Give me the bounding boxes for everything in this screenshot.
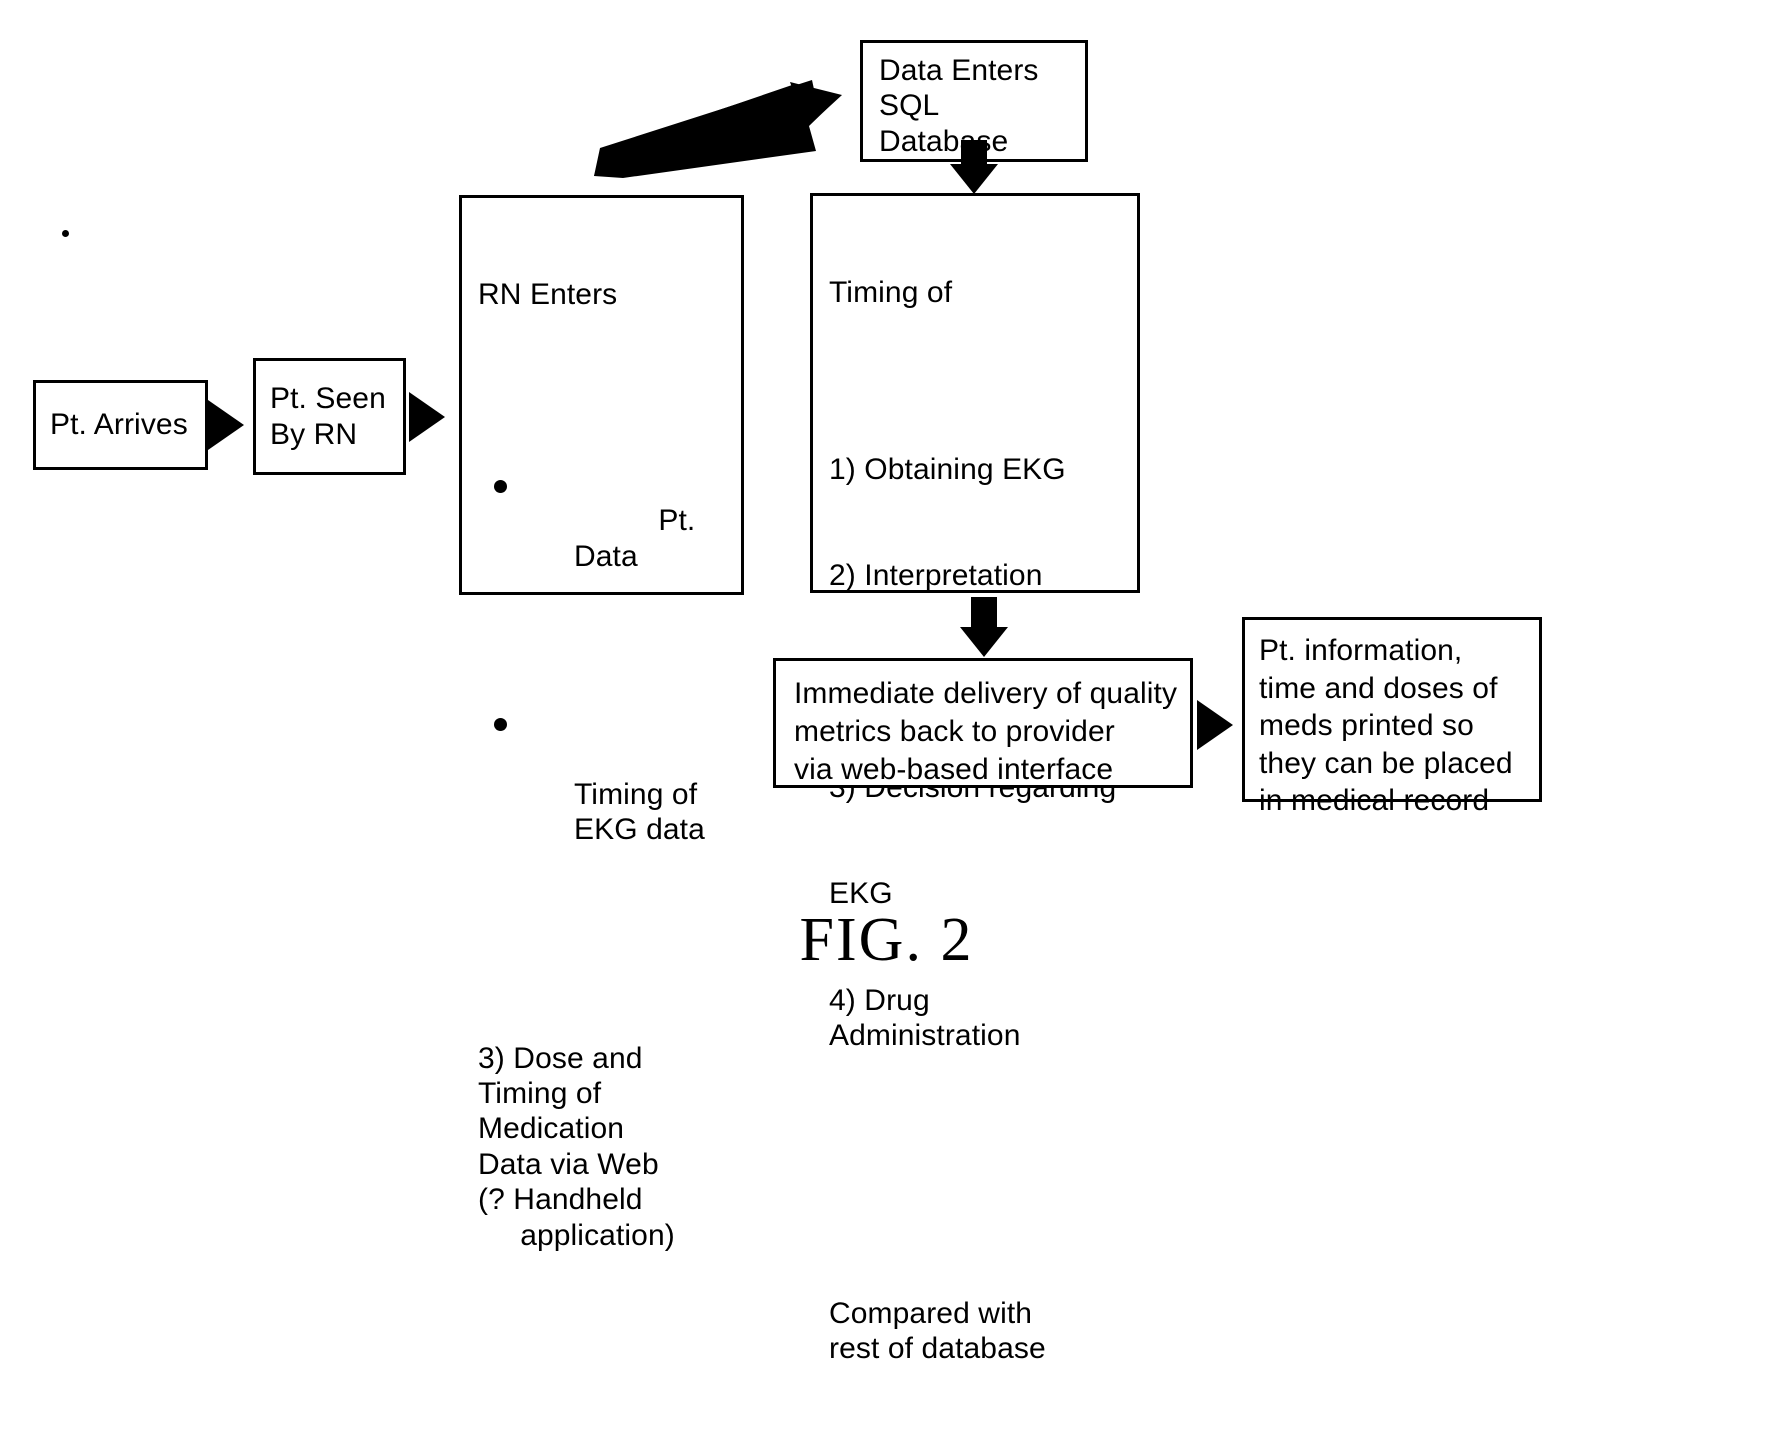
- node-rn-enters-bullet-1: Pt. Data: [574, 504, 704, 573]
- arrow-timing-to-metrics-icon: [960, 597, 1008, 657]
- arrow-shaft: [971, 597, 997, 627]
- list-item: Pt. Data: [478, 468, 731, 610]
- figure-caption: FIG. 2: [799, 906, 974, 974]
- node-rn-enters-tail: 3) Dose and Timing of Medication Data vi…: [478, 1041, 675, 1252]
- node-pt-seen-by-rn-label: Pt. Seen By RN: [270, 382, 386, 451]
- bullet-dot-icon: [494, 479, 507, 493]
- node-rn-enters-bullet-list: Pt. Data Timing of EKG data: [478, 387, 731, 970]
- list-item: 2) Interpretation: [829, 558, 1043, 592]
- node-printed-medical-record: Pt. information, time and doses of meds …: [1242, 617, 1542, 817]
- figure-canvas: Pt. Arrives Pt. Seen By RN RN Enters Pt.…: [0, 0, 1773, 1365]
- list-item: Timing of EKG data: [478, 706, 731, 883]
- node-pt-arrives-label: Pt. Arrives: [50, 408, 188, 442]
- node-pt-arrives: Pt. Arrives: [33, 380, 208, 470]
- list-item: 4) Drug Administration: [829, 983, 1021, 1052]
- node-rn-enters: RN Enters Pt. Data Timing of EKG data 3)…: [459, 195, 744, 1252]
- node-printed-medical-record-label: Pt. information, time and doses of meds …: [1259, 634, 1513, 817]
- node-pt-seen-by-rn: Pt. Seen By RN: [253, 358, 406, 475]
- arrow-arrives-to-seen-icon: [208, 400, 244, 450]
- arrow-head: [960, 627, 1008, 657]
- node-rn-enters-bullet-2: Timing of EKG data: [574, 777, 705, 847]
- node-quality-metrics-delivery: Immediate delivery of quality metrics ba…: [773, 658, 1193, 788]
- scan-speck: [62, 230, 69, 237]
- arrow-rn-to-sql-icon: [590, 78, 850, 178]
- node-quality-metrics-delivery-label: Immediate delivery of quality metrics ba…: [794, 677, 1178, 787]
- node-rn-enters-heading: RN Enters: [478, 277, 618, 311]
- arrow-sql-to-timing-icon: [950, 140, 998, 194]
- arrow-shaft: [961, 140, 987, 164]
- arrow-head: [950, 164, 998, 194]
- bullet-dot-icon: [494, 718, 507, 732]
- node-timing-footer: Compared with rest of database: [829, 1296, 1046, 1366]
- list-item: 1) Obtaining EKG: [829, 452, 1066, 486]
- arrow-seen-to-rn-icon: [409, 392, 445, 442]
- node-timing-analysis: Timing of 1) Obtaining EKG 2) Interpreta…: [810, 193, 1140, 1365]
- arrow-metrics-to-record-icon: [1197, 700, 1233, 750]
- node-timing-heading: Timing of: [829, 275, 953, 309]
